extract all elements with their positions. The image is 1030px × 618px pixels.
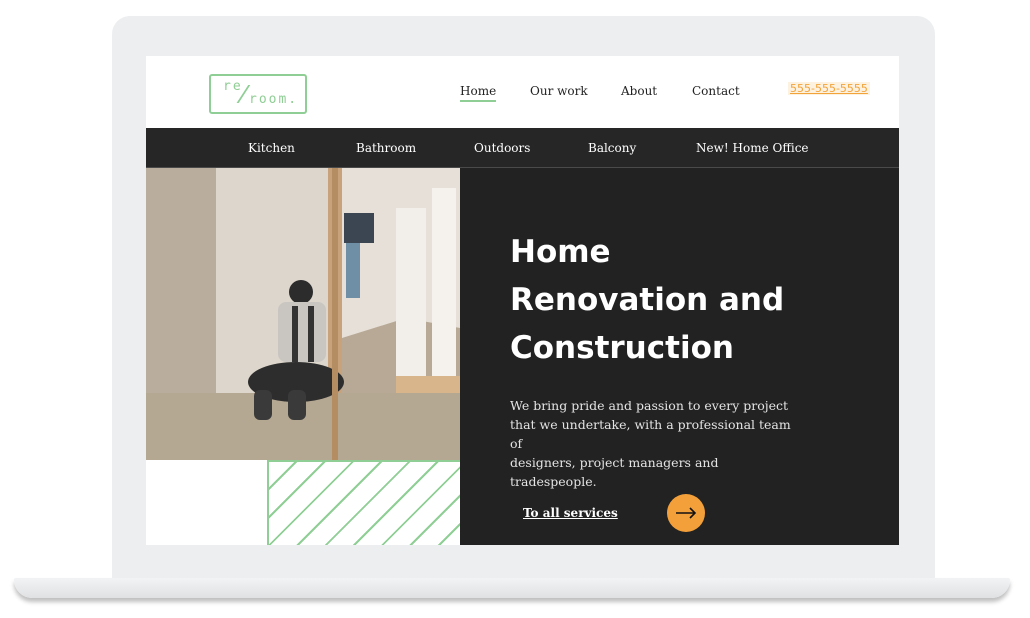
- site-header: re / room. Home Our work About Contact 5…: [146, 56, 899, 128]
- hero-left-bottom: [146, 460, 460, 545]
- hero-description-line-3: designers, project managers and tradespe…: [510, 455, 719, 489]
- category-home-office[interactable]: New! Home Office: [696, 141, 809, 155]
- worker-photo-illustration: [146, 168, 460, 460]
- category-bathroom[interactable]: Bathroom: [356, 141, 416, 155]
- category-bar: Kitchen Bathroom Outdoors Balcony New! H…: [146, 128, 899, 168]
- category-kitchen[interactable]: Kitchen: [248, 141, 295, 155]
- hero-description: We bring pride and passion to every proj…: [510, 396, 800, 491]
- decorative-hatch-pattern: [267, 460, 460, 545]
- hero-title: Home Renovation and Construction: [510, 228, 840, 372]
- hero-description-line-2: that we undertake, with a professional t…: [510, 417, 791, 451]
- hero-title-line-1: Home: [510, 234, 611, 270]
- hero-title-line-2: Renovation and: [510, 282, 785, 318]
- laptop-base: [14, 578, 1010, 598]
- website-screen: re / room. Home Our work About Contact 5…: [146, 56, 899, 545]
- nav-home[interactable]: Home: [460, 84, 497, 102]
- nav-contact[interactable]: Contact: [692, 84, 740, 98]
- hero-panel: Home Renovation and Construction We brin…: [460, 168, 899, 545]
- arrow-right-icon: [676, 507, 697, 519]
- hero-photo: [146, 168, 460, 460]
- phone-link[interactable]: 555-555-5555: [788, 82, 870, 95]
- all-services-button[interactable]: [667, 494, 705, 532]
- logo-text-bottom: room.: [249, 92, 299, 107]
- category-outdoors[interactable]: Outdoors: [474, 141, 530, 155]
- site-logo[interactable]: re / room.: [209, 74, 307, 114]
- all-services-link[interactable]: To all services: [523, 506, 618, 520]
- nav-our-work[interactable]: Our work: [530, 84, 588, 98]
- nav-about[interactable]: About: [621, 84, 657, 98]
- hero-title-line-3: Construction: [510, 330, 734, 366]
- hero-description-line-1: We bring pride and passion to every proj…: [510, 398, 789, 413]
- category-balcony[interactable]: Balcony: [588, 141, 636, 155]
